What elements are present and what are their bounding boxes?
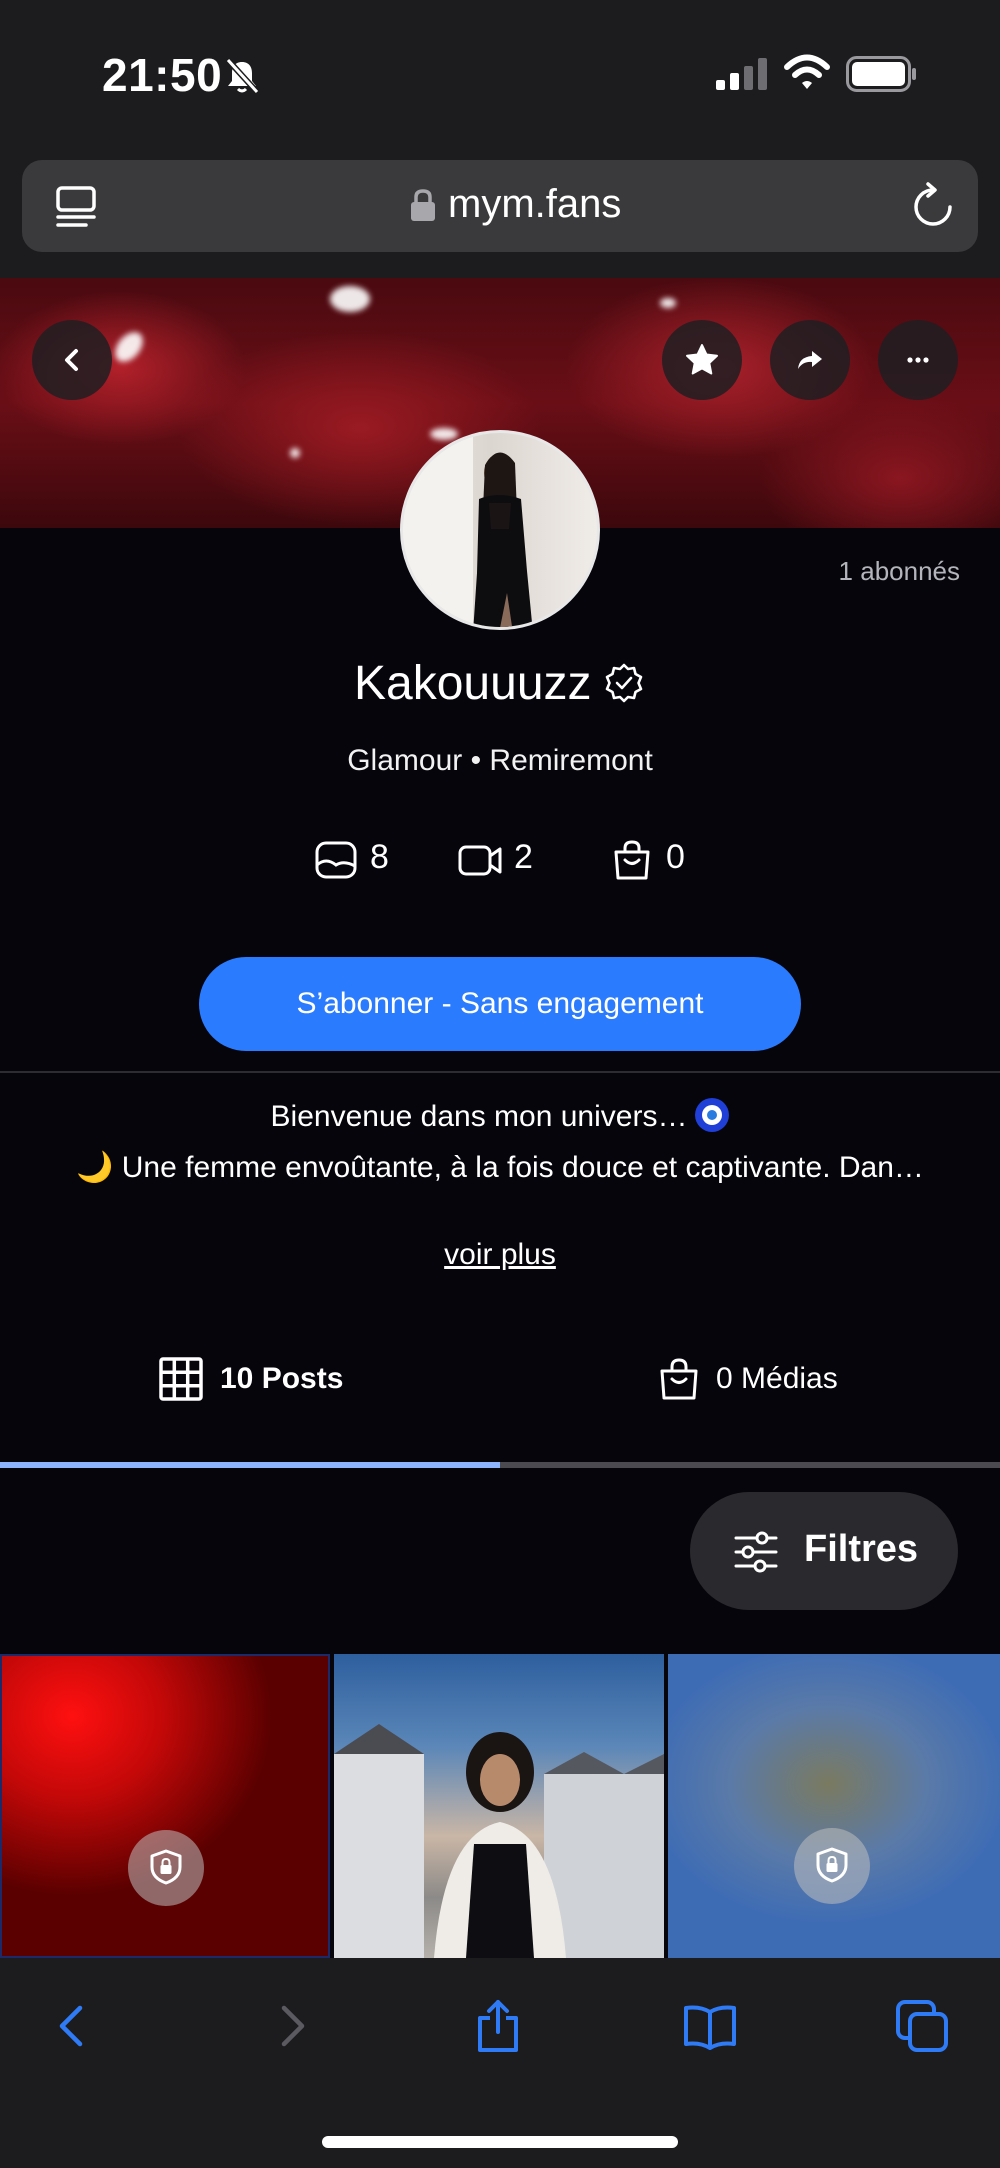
share-arrow-icon [798,351,822,369]
bio-line-2: 🌙 Une femme envoûtante, à la fois douce … [76,1151,924,1184]
battery-icon [846,56,916,92]
back-button[interactable] [32,320,112,400]
post-thumbnail-locked[interactable] [0,1654,330,1958]
cellular-signal-icon [716,58,767,90]
avatar[interactable] [400,430,600,630]
bio-line-1: Bienvenue dans mon univers… [0,1098,1000,1134]
profile-stats: 8 2 0 [0,834,1000,884]
bell-muted-icon [225,57,260,95]
tab-medias[interactable]: 0 Médias [656,1356,856,1404]
more-options-button[interactable] [878,320,958,400]
home-indicator [322,2136,678,2148]
divider [0,1071,1000,1073]
nazar-eye-emoji-icon [695,1098,730,1132]
profile-page: 1 abonnés Kakouuuzz Glamour • Remiremont… [0,278,1000,1958]
post-photo [334,1724,664,1958]
forward-icon[interactable] [262,1998,318,2054]
share-icon[interactable] [470,1998,526,2054]
share-button[interactable] [770,320,850,400]
shopping-bag-icon [660,1358,698,1400]
ellipsis-icon [907,357,929,363]
filters-button[interactable]: Filtres [690,1492,958,1610]
profile-category: Glamour • Remiremont [347,744,653,777]
tab-posts[interactable]: 10 Posts [158,1356,358,1404]
reload-icon[interactable] [910,182,956,230]
tab-indicator-active [0,1462,500,1468]
lock-badge [128,1830,204,1906]
lock-icon [411,189,435,221]
avatar-photo [403,433,533,627]
browser-toolbar [0,1958,1000,2168]
address-bar[interactable]: mym.fans [22,160,978,252]
favorite-button[interactable] [662,320,742,400]
subscribe-button[interactable]: S’abonner - Sans engagement [199,957,801,1051]
see-more-link[interactable]: voir plus [0,1238,1000,1272]
tabs-overview-icon[interactable] [894,1998,950,2054]
photo-icon [315,841,357,879]
url-text[interactable]: mym.fans [448,182,621,227]
bookmarks-icon[interactable] [682,1998,738,2054]
shield-lock-icon [150,1849,182,1885]
chevron-left-icon [65,349,78,371]
sliders-icon [734,1531,778,1573]
status-bar: 21:50 [0,0,1000,150]
wifi-icon [784,54,830,89]
post-thumbnail-locked[interactable] [668,1654,1000,1958]
shopping-bag-icon [614,840,650,880]
grid-icon [159,1357,203,1401]
shield-lock-icon [816,1847,848,1883]
profile-name-row: Kakouuuzz [0,656,1000,711]
profile-name: Kakouuuzz [354,657,592,710]
status-time: 21:50 [102,49,223,101]
video-camera-icon [458,845,502,876]
reader-format-icon[interactable] [54,184,98,230]
verified-badge-icon [605,663,643,702]
lock-badge [794,1828,870,1904]
post-thumbnail[interactable] [334,1654,664,1958]
back-icon[interactable] [46,1998,102,2054]
star-icon [686,344,718,375]
posts-grid [0,1654,1000,1958]
subscriber-count: 1 abonnés [838,556,960,586]
